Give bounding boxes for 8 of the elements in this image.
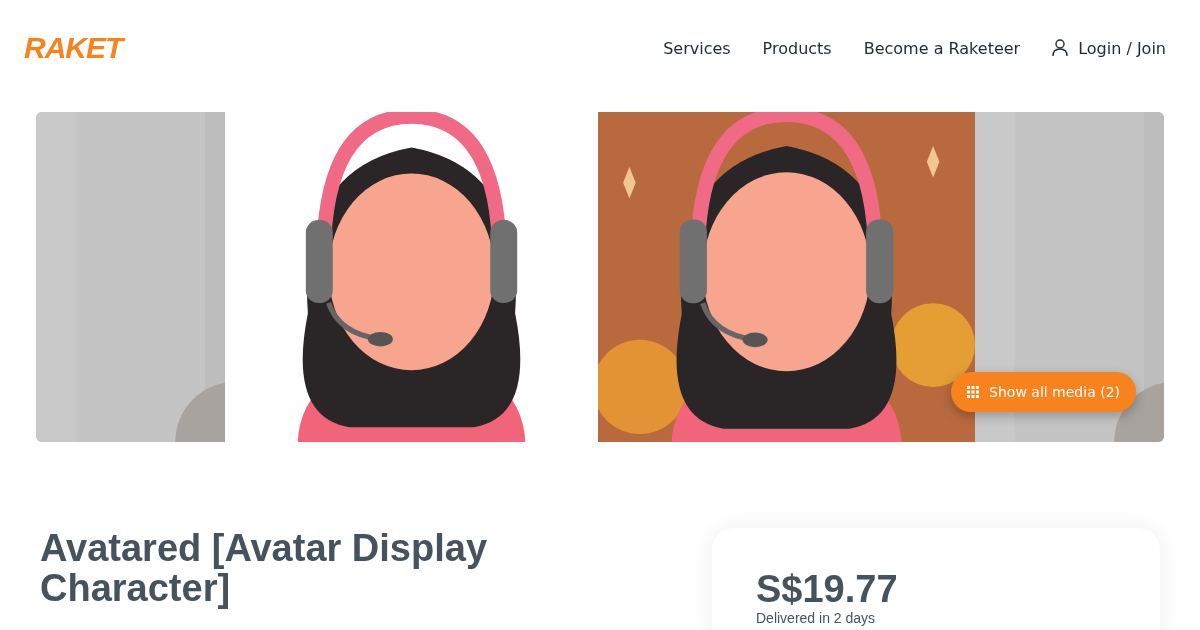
nav-link[interactable]: Become a Raketeer: [863, 38, 1021, 58]
user-icon: [1052, 39, 1069, 57]
nav-link[interactable]: Products: [762, 38, 832, 58]
price: S$19.77: [756, 568, 899, 610]
product-title: Avatared [Avatar Display Character]: [40, 528, 489, 611]
delivery-time: Delivered in 2 days: [756, 610, 877, 626]
nav-link[interactable]: Services: [663, 38, 731, 58]
login-link[interactable]: Login / Join: [1052, 38, 1166, 58]
